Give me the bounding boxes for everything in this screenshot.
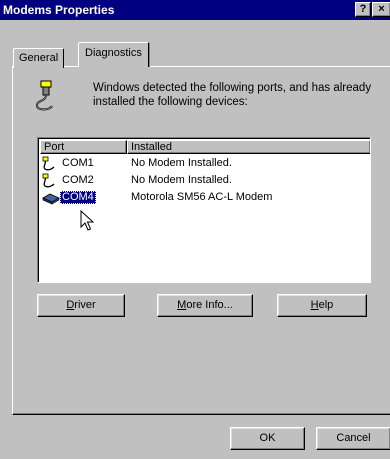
intro-text: Windows detected the following ports, an… — [93, 82, 372, 108]
installed-cell: No Modem Installed. — [131, 157, 232, 169]
close-button[interactable]: × — [372, 2, 390, 17]
cancel-button[interactable]: Cancel — [316, 427, 390, 450]
list-row-com4[interactable]: COM4 Motorola SM56 AC-L Modem — [40, 190, 370, 206]
modem-icon — [42, 193, 60, 205]
help-button[interactable]: Help — [277, 294, 367, 317]
driver-button[interactable]: Driver — [37, 294, 125, 317]
window-title: Modems Properties — [3, 3, 115, 17]
serial-cable-icon — [35, 80, 53, 111]
help-mnemonic: H — [310, 299, 319, 311]
tab-diagnostics-label: Diagnostics — [85, 47, 142, 59]
installed-cell: Motorola SM56 AC-L Modem — [131, 191, 273, 203]
driver-label-rest: river — [74, 299, 96, 311]
installed-cell: No Modem Installed. — [131, 174, 232, 186]
help-titlebar-button[interactable]: ? — [355, 2, 371, 17]
port-cell: COM1 — [62, 157, 94, 169]
column-header-port[interactable]: Port — [40, 140, 127, 154]
tab-general-label: General — [19, 52, 59, 64]
more-info-button[interactable]: More Info... — [157, 294, 253, 317]
port-cell: COM4 — [60, 191, 96, 204]
port-cell: COM2 — [62, 174, 94, 186]
mouse-pointer-icon — [80, 210, 94, 231]
list-row-com1[interactable]: COM1 No Modem Installed. — [40, 156, 370, 172]
help-label-rest: elp — [318, 299, 334, 311]
serial-port-icon — [42, 173, 55, 188]
tab-diagnostics[interactable]: Diagnostics — [78, 42, 149, 67]
title-bar[interactable]: Modems Properties ? × — [0, 0, 390, 20]
more-info-mnemonic: M — [177, 299, 187, 311]
tab-general[interactable]: General — [13, 48, 65, 68]
column-header-installed[interactable]: Installed — [127, 140, 370, 154]
more-info-label-rest: ore Info... — [186, 299, 233, 311]
list-row-com2[interactable]: COM2 No Modem Installed. — [40, 173, 370, 189]
ok-button[interactable]: OK — [230, 427, 305, 450]
serial-port-icon — [42, 156, 55, 171]
list-header: Port Installed — [40, 140, 370, 154]
